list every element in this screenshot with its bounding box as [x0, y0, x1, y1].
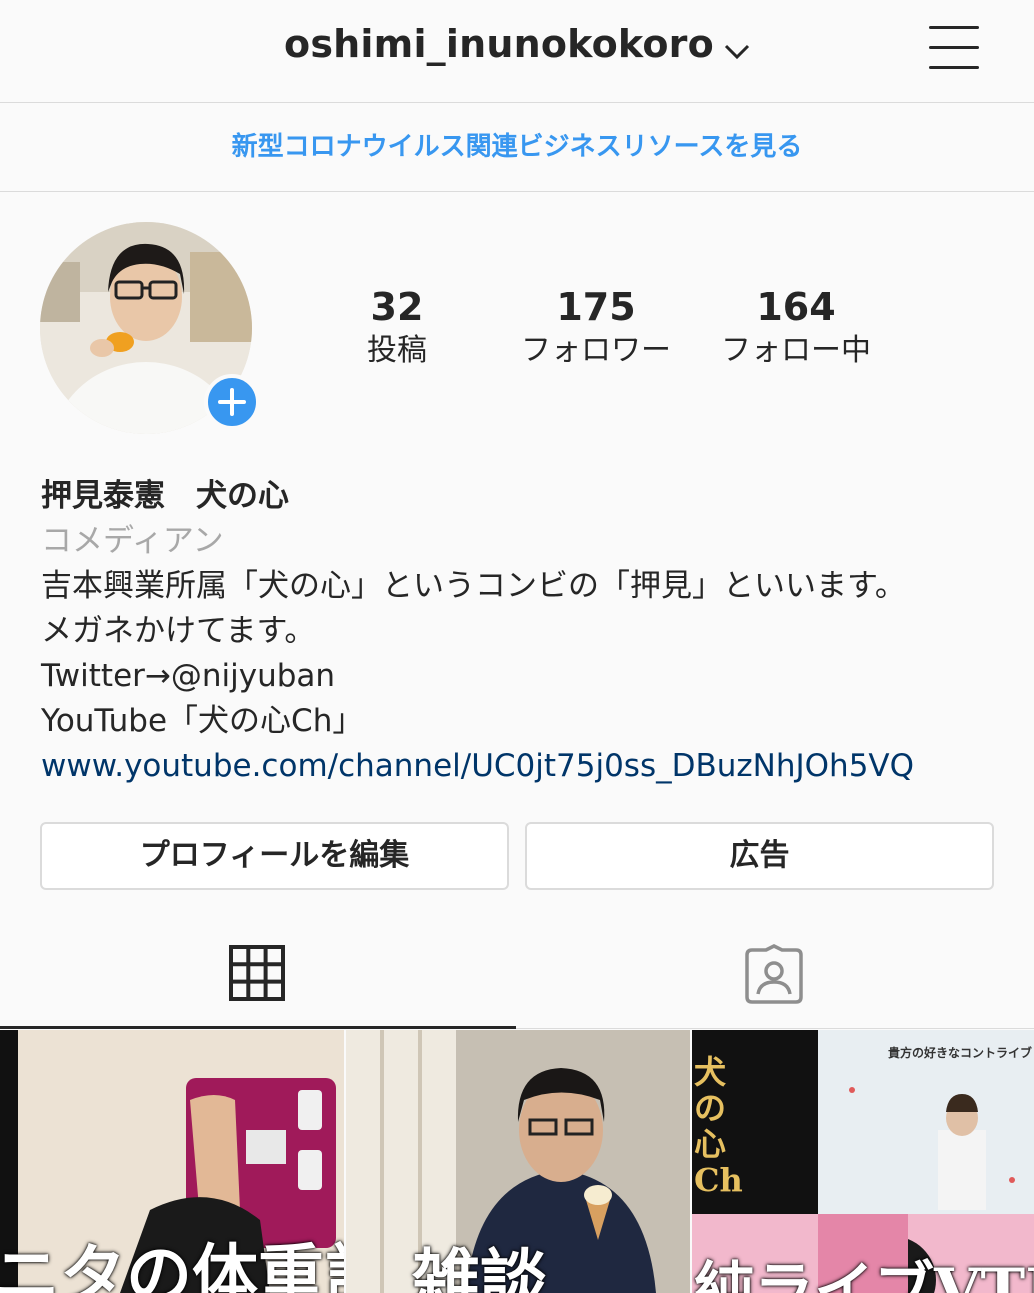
profile-tabs: [0, 930, 1034, 1029]
chevron-down-icon: [724, 25, 750, 69]
following-count[interactable]: 164 フォロー中: [696, 283, 896, 371]
bio-line: メガネかけてます。: [41, 613, 316, 649]
post-thumbnail[interactable]: 犬の心Ch 貴方の好きなコントライブ 純ライブVTR: [692, 1030, 1034, 1293]
top-bar: oshimi_inunokokoro: [0, 0, 1034, 103]
post-caption: ニタの体重計: [0, 1236, 344, 1293]
bio-line: YouTube「犬の心Ch」: [41, 703, 364, 739]
profile-category: コメディアン: [41, 523, 224, 559]
posts-count-number: 32: [370, 285, 424, 329]
tagged-photos-icon[interactable]: [744, 944, 804, 1008]
active-tab-indicator: [0, 1026, 516, 1029]
add-story-button[interactable]: [204, 374, 260, 430]
posts-count[interactable]: 32 投稿: [297, 283, 497, 371]
following-count-number: 164: [756, 285, 836, 329]
post-side-caption: 犬の心Ch: [694, 1053, 743, 1199]
account-switcher[interactable]: oshimi_inunokokoro: [0, 22, 1034, 69]
post-thumbnail[interactable]: 雑談: [346, 1030, 690, 1293]
followers-count[interactable]: 175 フォロワー: [496, 283, 696, 371]
followers-count-number: 175: [556, 285, 636, 329]
post-caption: 雑談: [412, 1242, 549, 1293]
ads-button[interactable]: 広告: [525, 822, 994, 890]
grid-icon[interactable]: [228, 944, 286, 1006]
posts-grid: ニタの体重計 雑談: [0, 1030, 1034, 1293]
post-caption: 純ライブVTR: [694, 1256, 1034, 1293]
hamburger-menu-icon[interactable]: [929, 26, 979, 70]
posts-count-label: 投稿: [367, 333, 427, 368]
following-count-label: フォロー中: [721, 333, 871, 368]
covid-business-resources-link[interactable]: 新型コロナウイルス関連ビジネスリソースを見る: [0, 103, 1034, 192]
bio-line: Twitter→@nijyuban: [41, 658, 336, 694]
bio-line: 吉本興業所属「犬の心」というコンビの「押見」といいます。: [41, 568, 906, 604]
edit-profile-button[interactable]: プロフィールを編集: [40, 822, 509, 890]
post-top-caption: 貴方の好きなコントライブ: [888, 1046, 1033, 1060]
post-thumbnail[interactable]: ニタの体重計: [0, 1030, 344, 1293]
profile-name: 押見泰憲 犬の心: [41, 478, 289, 514]
profile-bio: 押見泰憲 犬の心 コメディアン 吉本興業所属「犬の心」というコンビの「押見」とい…: [41, 474, 1001, 789]
bio-website-link[interactable]: www.youtube.com/channel/UC0jt75j0ss_DBuz…: [41, 744, 1001, 789]
username-label: oshimi_inunokokoro: [284, 22, 714, 66]
followers-count-label: フォロワー: [521, 333, 671, 368]
